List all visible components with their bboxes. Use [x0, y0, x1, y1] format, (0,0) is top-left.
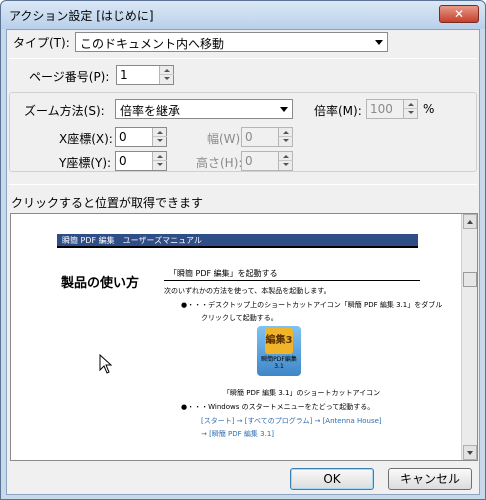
doc-line: ●・・・デスクトップ上のショートカットアイコン「瞬簡 PDF 編集 3.1」をダ…: [181, 301, 443, 309]
type-select-value: このドキュメント内へ移動: [80, 37, 225, 51]
arrow-down-icon: [467, 451, 473, 455]
x-coord-label: X座標(X):: [59, 132, 113, 146]
doc-header-text: 瞬簡 PDF 編集 ユーザーズマニュアル: [62, 236, 202, 245]
mouse-pointer-icon: [99, 354, 113, 374]
divider: [9, 184, 477, 185]
cancel-button[interactable]: キャンセル: [388, 468, 472, 490]
preview-caption: クリックすると位置が取得できます: [11, 196, 204, 210]
height-stepper[interactable]: 0: [241, 151, 293, 171]
app-icon-caption: 瞬簡PDF編集3.1: [261, 356, 297, 370]
app-shortcut-icon: 編集3 瞬簡PDF編集3.1: [257, 326, 301, 376]
width-down-button[interactable]: [279, 137, 293, 146]
stepper-buttons: [152, 152, 167, 170]
y-coord-stepper[interactable]: 0: [115, 151, 167, 171]
window-title: アクション設定 [はじめに]: [9, 9, 154, 23]
app-icon-glyph: 編集3: [265, 328, 293, 354]
zoom-method-value: 倍率を継承: [120, 104, 181, 118]
height-up-button[interactable]: [279, 152, 293, 161]
doc-heading: 製品の使い方: [61, 276, 140, 291]
type-label: タイプ(T):: [13, 36, 70, 50]
y-coord-label: Y座標(Y):: [59, 156, 112, 170]
preview-page[interactable]: 瞬簡 PDF 編集 ユーザーズマニュアル 製品の使い方 「瞬簡 PDF 編集」を…: [11, 214, 462, 460]
height-down-button[interactable]: [279, 161, 293, 170]
zoom-method-select[interactable]: 倍率を継承: [115, 99, 293, 119]
divider: [9, 58, 477, 59]
width-up-button[interactable]: [279, 128, 293, 137]
scroll-thumb[interactable]: [463, 272, 477, 287]
y-coord-up-button[interactable]: [153, 152, 167, 161]
zoom-rate-unit: %: [423, 102, 435, 116]
page-number-up-button[interactable]: [160, 66, 174, 75]
doc-line: 「瞬簡 PDF 編集 3.1」のショートカットアイコン: [223, 389, 381, 397]
zoom-method-label: ズーム方法(S):: [24, 104, 105, 118]
title-bar: アクション設定 [はじめに] ✕: [1, 1, 485, 29]
preview-scrollbar[interactable]: [461, 214, 477, 460]
doc-subheading: 「瞬簡 PDF 編集」を起動する: [169, 269, 278, 278]
y-coord-down-button[interactable]: [153, 161, 167, 170]
stepper-buttons: [152, 128, 167, 146]
zoom-rate-stepper[interactable]: 100: [366, 99, 418, 119]
doc-link: → [瞬簡 PDF 編集 3.1]: [201, 430, 274, 438]
page-number-label: ページ番号(P):: [29, 70, 110, 84]
page-number-stepper[interactable]: 1: [116, 65, 174, 85]
y-coord-value: 0: [119, 154, 127, 168]
x-coord-down-button[interactable]: [153, 137, 167, 146]
chevron-down-icon: [375, 40, 383, 45]
doc-header-bar: 瞬簡 PDF 編集 ユーザーズマニュアル: [57, 234, 418, 248]
x-coord-up-button[interactable]: [153, 128, 167, 137]
stepper-buttons: [159, 66, 174, 84]
ok-button[interactable]: OK: [290, 468, 374, 490]
scroll-up-button[interactable]: [463, 214, 477, 229]
page-number-down-button[interactable]: [160, 75, 174, 84]
zoom-rate-value: 100: [370, 102, 393, 116]
action-settings-dialog: アクション設定 [はじめに] ✕ タイプ(T): このドキュメント内へ移動 ペー…: [0, 0, 486, 500]
width-value: 0: [245, 130, 253, 144]
height-label: 高さ(H):: [196, 156, 243, 170]
width-stepper[interactable]: 0: [241, 127, 293, 147]
dialog-body: タイプ(T): このドキュメント内へ移動 ページ番号(P): 1 ズーム方法(S…: [6, 29, 480, 495]
stepper-buttons: [403, 100, 418, 118]
zoom-rate-up-button[interactable]: [404, 100, 418, 109]
stepper-buttons: [278, 128, 293, 146]
width-label: 幅(W):: [207, 132, 245, 146]
doc-rule: [164, 280, 420, 281]
zoom-rate-down-button[interactable]: [404, 109, 418, 118]
page-preview[interactable]: 瞬簡 PDF 編集 ユーザーズマニュアル 製品の使い方 「瞬簡 PDF 編集」を…: [10, 213, 478, 461]
zoom-rate-label: 倍率(M):: [314, 104, 362, 118]
height-value: 0: [245, 154, 253, 168]
arrow-up-icon: [467, 220, 473, 224]
page-number-value: 1: [120, 68, 128, 82]
x-coord-stepper[interactable]: 0: [115, 127, 167, 147]
stepper-buttons: [278, 152, 293, 170]
doc-link: [スタート] → [すべてのプログラム] → [Antenna House]: [201, 417, 382, 425]
scroll-down-button[interactable]: [463, 445, 477, 460]
doc-line: ●・・・Windows のスタートメニューをたどって起動する。: [181, 403, 375, 411]
close-button[interactable]: ✕: [439, 5, 479, 23]
doc-line: クリックして起動する。: [201, 314, 278, 322]
doc-line: 次のいずれかの方法を使って、本製品を起動します。: [164, 287, 331, 295]
chevron-down-icon: [280, 107, 288, 112]
x-coord-value: 0: [119, 130, 127, 144]
type-select[interactable]: このドキュメント内へ移動: [75, 32, 388, 52]
